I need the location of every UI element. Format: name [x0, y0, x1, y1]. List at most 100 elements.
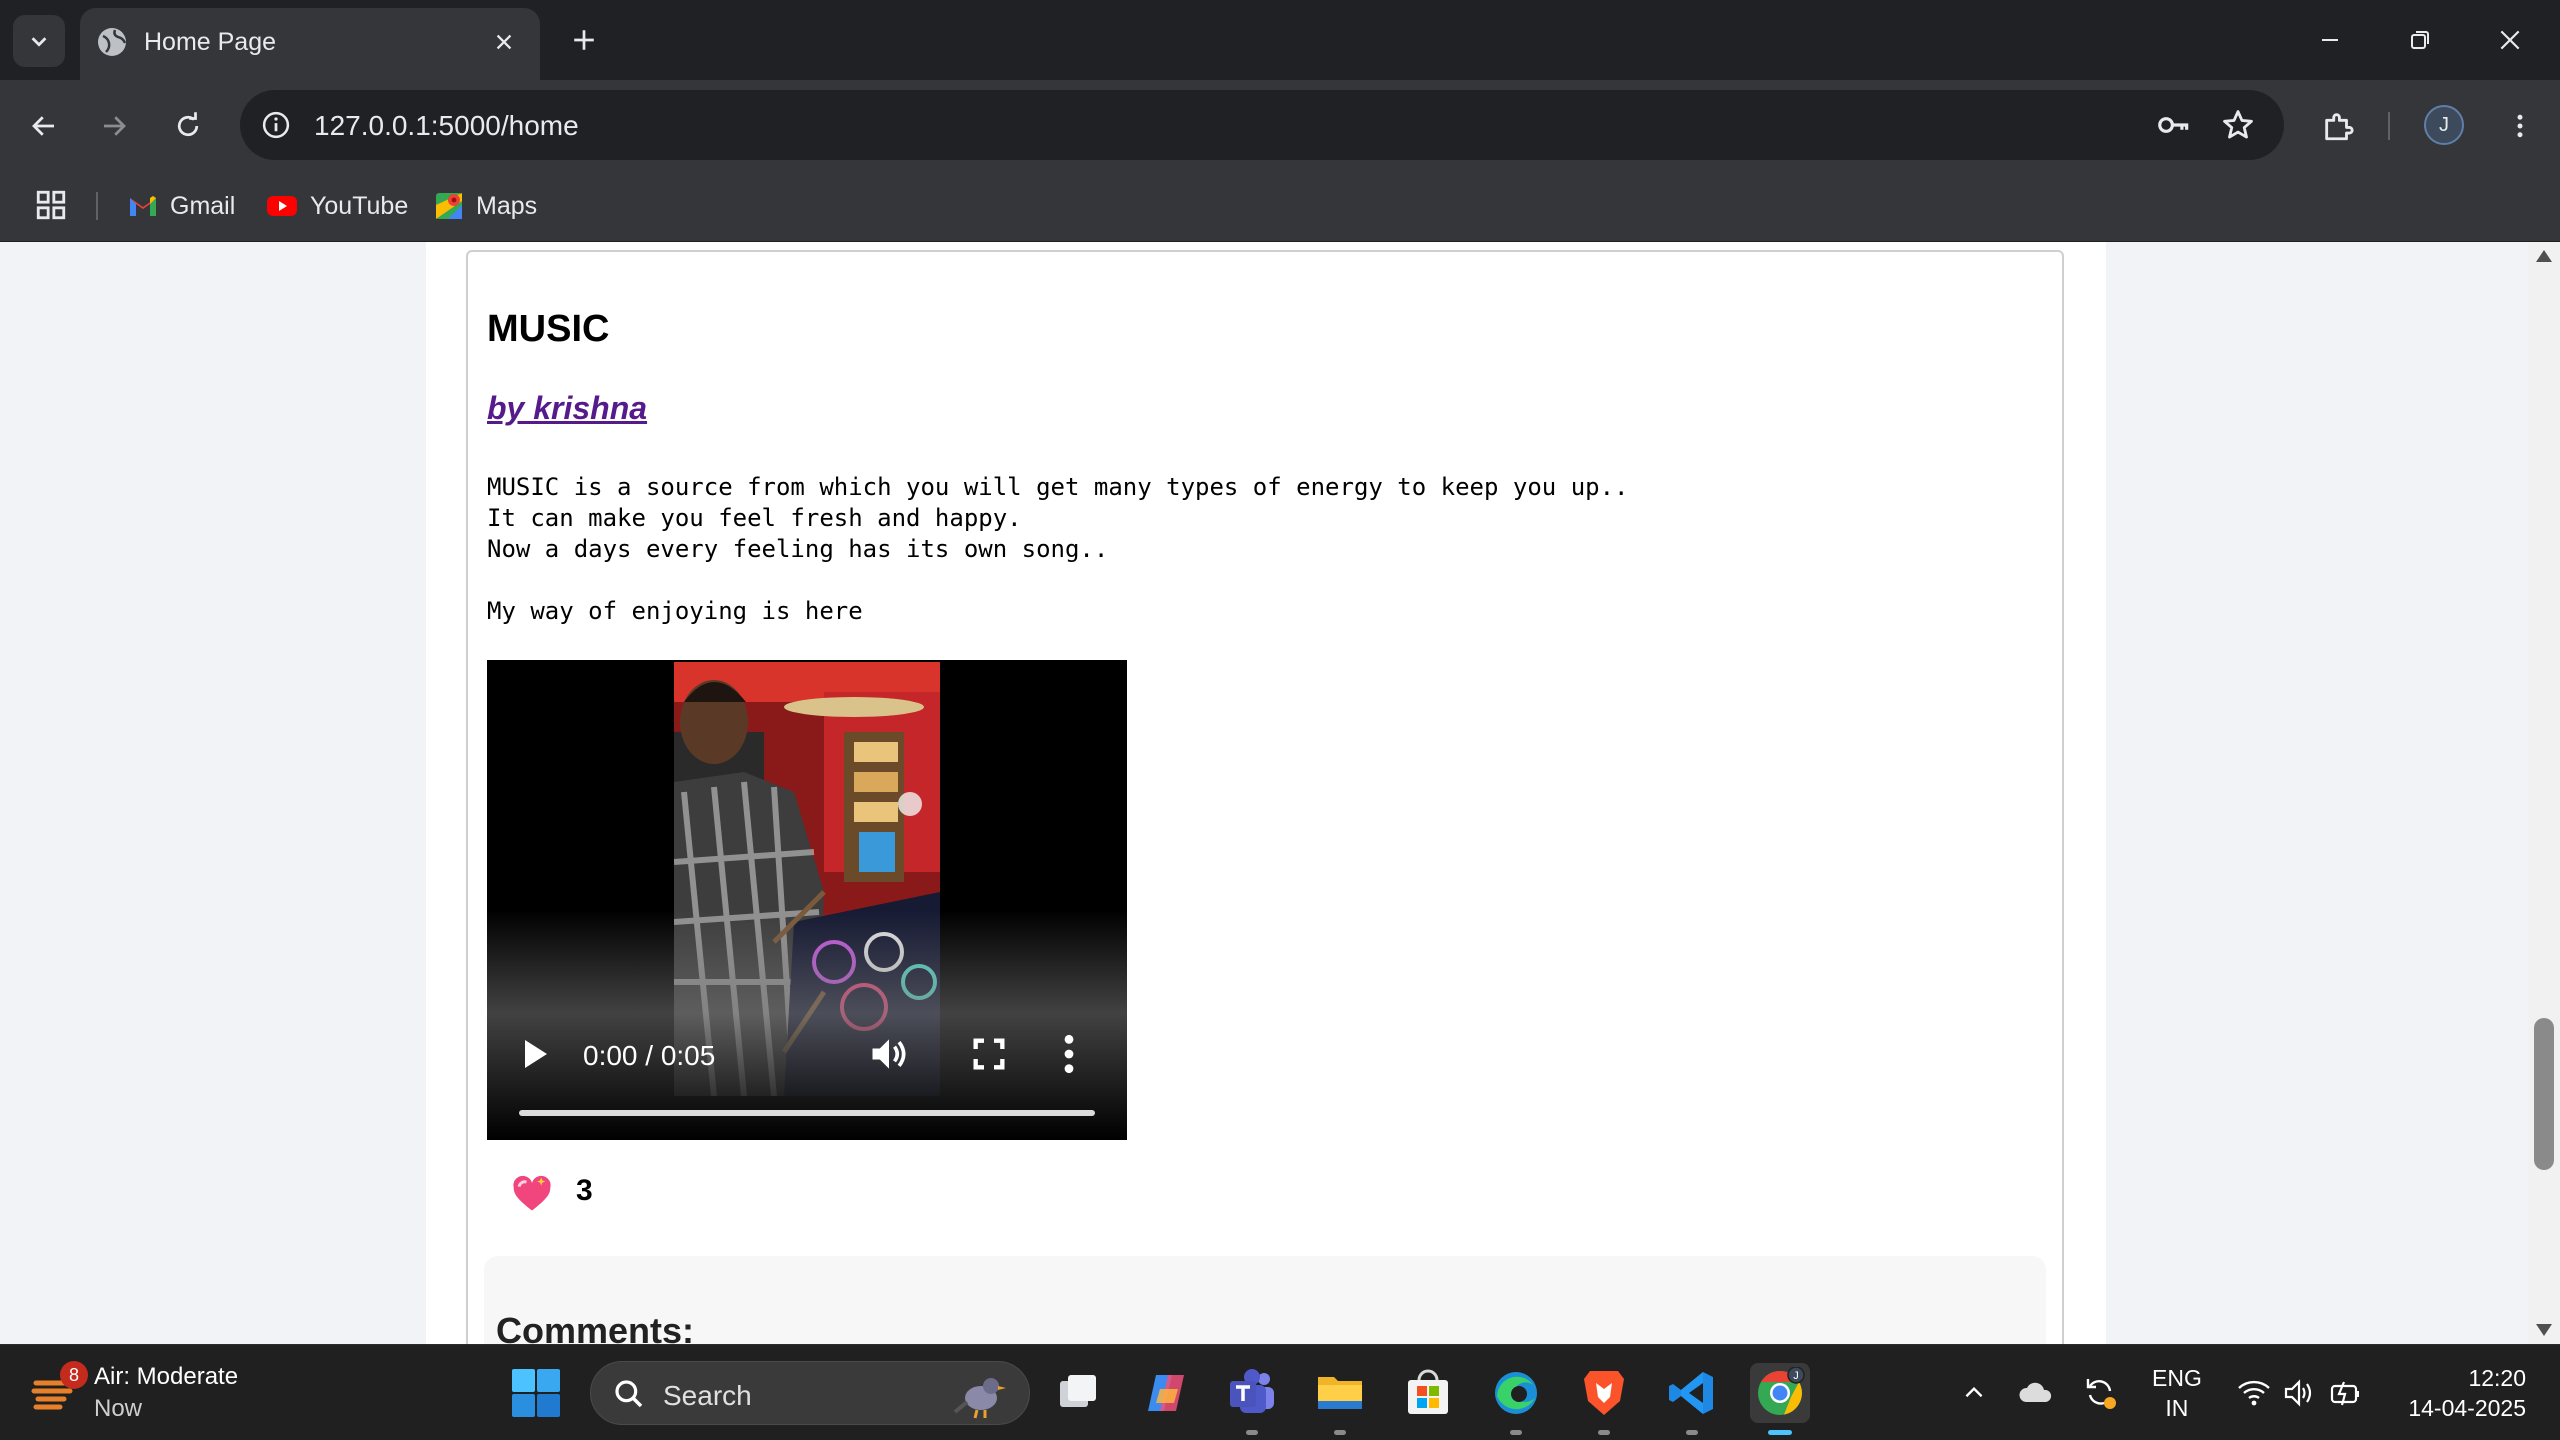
edge-icon — [1495, 1372, 1537, 1414]
show-hidden-icons-button[interactable] — [1954, 1373, 1994, 1413]
volume-icon[interactable] — [867, 1032, 911, 1076]
chrome-profile-badge: J — [1793, 1370, 1799, 1382]
toolbar-separator — [2388, 112, 2390, 140]
running-indicator — [1246, 1430, 1258, 1435]
weather-widget[interactable]: 8 Air: Moderate Now — [30, 1361, 238, 1425]
bookmark-label: Maps — [476, 191, 538, 220]
clock-date: 14-04-2025 — [2408, 1395, 2526, 1421]
password-key-icon[interactable] — [2154, 105, 2194, 145]
maps-icon — [436, 193, 462, 219]
new-tab-button[interactable] — [560, 16, 608, 64]
like-count: 3 — [576, 1174, 593, 1207]
teams-icon — [1230, 1369, 1274, 1413]
heart-icon[interactable] — [510, 1172, 554, 1216]
windows-start-icon[interactable] — [510, 1367, 562, 1419]
language-indicator[interactable]: ENG IN — [2152, 1363, 2202, 1423]
more-vertical-icon[interactable] — [1059, 1032, 1079, 1076]
browser-menu-button[interactable] — [2496, 102, 2544, 150]
url-text[interactable]: 127.0.0.1:5000/home — [314, 110, 579, 142]
edge-button[interactable] — [1486, 1363, 1546, 1435]
file-explorer-button[interactable] — [1310, 1363, 1370, 1435]
chrome-button[interactable]: J — [1750, 1363, 1810, 1435]
sync-tray[interactable] — [2080, 1373, 2120, 1413]
brave-lion-icon — [1584, 1371, 1624, 1415]
tab-title: Home Page — [144, 28, 277, 56]
onedrive-tray[interactable] — [2016, 1373, 2056, 1413]
tab-close-button[interactable] — [484, 22, 524, 62]
video-player[interactable]: 0:00 / 0:05 — [487, 660, 1127, 1140]
clock-time: 12:20 — [2468, 1365, 2526, 1391]
weather-badge: 8 — [60, 1361, 88, 1389]
close-icon — [2500, 30, 2520, 50]
microsoft-store-button[interactable] — [1398, 1363, 1458, 1423]
restore-button[interactable] — [2390, 10, 2450, 70]
minimize-button[interactable] — [2300, 10, 2360, 70]
brave-button[interactable] — [1574, 1363, 1634, 1435]
taskbar-search[interactable]: Search — [590, 1361, 1030, 1425]
comments-section — [484, 1256, 2046, 1344]
tab-home-page[interactable]: Home Page — [80, 8, 540, 80]
puzzle-icon — [2325, 113, 2354, 141]
bookmark-star-icon[interactable] — [2218, 105, 2258, 145]
bookmark-gmail[interactable]: Gmail — [128, 186, 235, 226]
video-time: 0:00 / 0:05 — [583, 1040, 716, 1071]
speaker-icon — [2284, 1379, 2312, 1407]
apps-grid-icon[interactable] — [34, 188, 68, 222]
back-button[interactable] — [20, 102, 68, 150]
bookmark-label: Gmail — [170, 191, 236, 220]
gmail-icon — [130, 196, 156, 216]
air-quality-icon: 8 — [30, 1361, 88, 1417]
running-indicator — [1334, 1430, 1346, 1435]
arrow-left-icon — [32, 116, 54, 136]
globe-icon — [98, 28, 127, 56]
running-indicator — [1510, 1430, 1522, 1435]
scrollbar-thumb[interactable] — [2534, 1018, 2554, 1170]
search-label: Search — [663, 1380, 752, 1411]
vscode-icon — [1669, 1372, 1713, 1414]
post-body: MUSIC is a source from which you will ge… — [487, 473, 1629, 625]
bookmark-maps[interactable]: Maps — [434, 186, 537, 226]
teams-button[interactable] — [1222, 1363, 1282, 1435]
chevron-up-icon — [1965, 1386, 1983, 1398]
battery-tray[interactable] — [2326, 1373, 2366, 1413]
plus-icon — [574, 30, 594, 50]
video-progress-bar[interactable] — [519, 1110, 1095, 1116]
browser-toolbar: 127.0.0.1:5000/home J — [0, 80, 2560, 170]
bookmarks-bar: Gmail YouTube Maps — [0, 170, 2560, 242]
weather-title: Air: Moderate — [94, 1363, 239, 1390]
video-controls-gradient — [487, 910, 1127, 1140]
scroll-up-arrow-icon[interactable] — [2536, 250, 2552, 262]
copilot-button[interactable] — [1136, 1363, 1196, 1423]
system-clock[interactable]: 12:20 14-04-2025 — [2392, 1363, 2526, 1423]
address-bar[interactable]: 127.0.0.1:5000/home — [240, 90, 2284, 160]
running-indicator — [1598, 1430, 1610, 1435]
post-author-link[interactable]: by krishna — [487, 390, 647, 427]
fullscreen-icon[interactable] — [969, 1034, 1009, 1074]
bookmark-youtube[interactable]: YouTube — [266, 186, 408, 226]
region-code: IN — [2165, 1395, 2189, 1421]
search-icon — [615, 1380, 643, 1408]
wifi-icon — [2238, 1380, 2270, 1406]
vscode-button[interactable] — [1662, 1363, 1722, 1435]
tab-search-button[interactable] — [13, 15, 65, 67]
chrome-icon: J — [1758, 1367, 1805, 1415]
task-view-button[interactable] — [1048, 1363, 1108, 1423]
extensions-button[interactable] — [2314, 102, 2362, 150]
copilot-icon — [1148, 1375, 1184, 1411]
scroll-down-arrow-icon[interactable] — [2536, 1324, 2552, 1336]
battery-charging-icon — [2330, 1381, 2359, 1406]
profile-avatar[interactable]: J — [2424, 105, 2464, 145]
page-scrollbar[interactable] — [2528, 242, 2560, 1344]
forward-button[interactable] — [90, 102, 138, 150]
play-icon[interactable] — [521, 1036, 551, 1072]
wifi-tray[interactable] — [2234, 1373, 2274, 1413]
reload-button[interactable] — [164, 102, 212, 150]
volume-tray[interactable] — [2280, 1373, 2320, 1413]
folder-icon — [1318, 1377, 1362, 1409]
sync-icon — [2086, 1379, 2116, 1409]
close-window-button[interactable] — [2480, 10, 2540, 70]
site-info-icon[interactable] — [258, 107, 294, 143]
page-viewport: MUSIC by krishna MUSIC is a source from … — [0, 242, 2560, 1344]
active-indicator — [1768, 1430, 1792, 1435]
language-code: ENG — [2152, 1365, 2202, 1391]
